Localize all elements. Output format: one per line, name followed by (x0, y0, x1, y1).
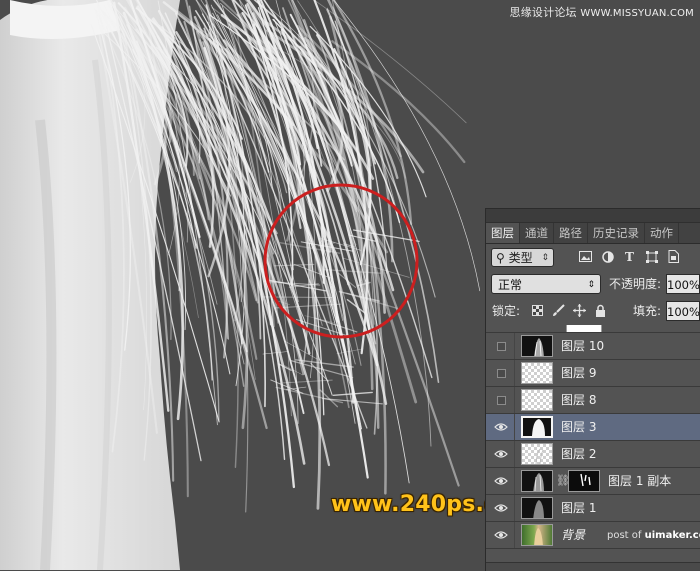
eye-icon[interactable] (494, 421, 508, 433)
layer-thumbnail (521, 389, 553, 411)
blend-row: 正常 ⇕ 不透明度: 100% (486, 271, 700, 298)
credit-text: post of uimaker.com (607, 522, 700, 549)
layer-row-10[interactable]: 图层 10 (486, 333, 700, 360)
layer-name[interactable]: 背景 (561, 522, 585, 549)
chevron-updown-icon: ⇕ (541, 249, 549, 268)
eye-icon[interactable] (494, 448, 508, 460)
panel-tabs: 图层 通道 路径 历史记录 动作 (486, 223, 700, 244)
eye-icon[interactable] (494, 475, 508, 487)
layer-row-partial[interactable] (486, 325, 700, 333)
layers-panel: 图层 通道 路径 历史记录 动作 ⚲ 类型 ⇕ T (485, 208, 700, 571)
layer-thumbnail (521, 416, 553, 438)
tab-layers[interactable]: 图层 (486, 223, 520, 243)
opacity-input[interactable]: 100% (666, 274, 700, 294)
layer-thumbnail (521, 443, 553, 465)
watermark-top: 思缘设计论坛 WWW.MISSYUAN.COM (510, 4, 694, 20)
layer-name[interactable]: 图层 1 (561, 495, 596, 522)
filter-label: 类型 (509, 251, 533, 265)
tab-actions[interactable]: 动作 (645, 223, 679, 243)
layer-row-9[interactable]: 图层 9 (486, 360, 700, 387)
fill-label: 填充: (633, 301, 661, 321)
layer-row-8[interactable]: 图层 8 (486, 387, 700, 414)
eye-icon[interactable] (494, 529, 508, 541)
layer-thumbnail (521, 335, 553, 357)
tab-channels[interactable]: 通道 (520, 223, 554, 243)
layer-row-background[interactable]: 背景 post of uimaker.com (486, 522, 700, 549)
layer-name[interactable]: 图层 8 (561, 387, 596, 414)
layer-mask-thumbnail[interactable] (568, 470, 600, 492)
panel-grip[interactable] (486, 209, 700, 223)
lock-all-icon[interactable] (593, 302, 608, 318)
lock-label: 锁定: (492, 301, 520, 321)
layer-row-3[interactable]: 图层 3 (486, 414, 700, 441)
layer-row-2[interactable]: 图层 2 (486, 441, 700, 468)
layer-name[interactable]: 图层 3 (561, 414, 596, 441)
search-icon: ⚲ (496, 251, 505, 265)
tab-paths[interactable]: 路径 (554, 223, 588, 243)
smart-object-filter-icon[interactable] (666, 249, 681, 264)
adjustment-filter-icon[interactable] (600, 249, 615, 264)
lock-transparent-icon[interactable] (530, 302, 545, 318)
lock-move-icon[interactable] (572, 302, 587, 318)
visibility-toggle[interactable] (497, 342, 506, 351)
layer-name[interactable]: 图层 10 (561, 333, 604, 360)
layer-thumbnail (521, 524, 553, 546)
opacity-label: 不透明度: (609, 274, 661, 294)
pixel-filter-icon[interactable] (578, 249, 593, 264)
lock-brush-icon[interactable] (551, 302, 566, 318)
blend-mode-select[interactable]: 正常 ⇕ (491, 274, 601, 294)
layer-name[interactable]: 图层 1 副本 (608, 468, 671, 495)
credit-prefix: post of (607, 530, 641, 541)
visibility-toggle[interactable] (497, 396, 506, 405)
lock-row: 锁定: 填充: 100% (486, 298, 700, 325)
layer-name[interactable]: 图层 9 (561, 360, 596, 387)
hair-flyaway (263, 352, 288, 355)
tab-history[interactable]: 历史记录 (588, 223, 645, 243)
lock-icons (530, 302, 608, 318)
credit-site: uimaker.com (645, 530, 700, 541)
visibility-toggle[interactable] (497, 369, 506, 378)
layer-row-1[interactable]: 图层 1 (486, 495, 700, 522)
fill-input[interactable]: 100% (666, 301, 700, 321)
eye-icon[interactable] (494, 502, 508, 514)
chevron-updown-icon: ⇕ (587, 275, 595, 295)
layer-thumbnail (521, 470, 553, 492)
layer-thumbnail (521, 497, 553, 519)
layer-name[interactable]: 图层 2 (561, 441, 596, 468)
filter-icons: T (578, 249, 681, 264)
blend-mode-value: 正常 (498, 278, 522, 292)
layer-row-1-copy[interactable]: ⛓ 图层 1 副本 (486, 468, 700, 495)
layer-thumbnail (521, 362, 553, 384)
layer-filter-select[interactable]: ⚲ 类型 ⇕ (491, 248, 554, 267)
watermark-top-text: 思缘设计论坛 (510, 6, 577, 19)
watermark-top-site: WWW.MISSYUAN.COM (580, 8, 694, 19)
layer-list: 图层 10 图层 9 图层 8 图层 3 (486, 325, 700, 549)
type-filter-icon[interactable]: T (622, 249, 637, 264)
filter-row: ⚲ 类型 ⇕ T (486, 244, 700, 271)
shape-filter-icon[interactable] (644, 249, 659, 264)
